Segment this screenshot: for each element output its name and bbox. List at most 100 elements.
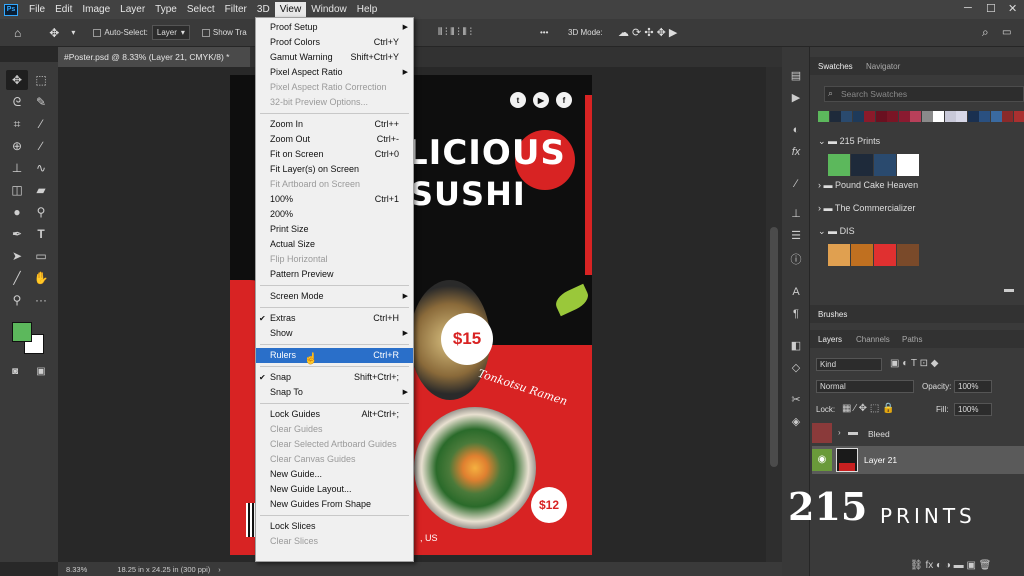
tab-channels[interactable]: Channels [856, 335, 890, 344]
document-tab[interactable]: #Poster.psd @ 8.33% (Layer 21, CMYK/8) * [58, 47, 250, 67]
artboard-tool-icon[interactable]: ⬚ [30, 70, 52, 90]
menu-item-screen-mode[interactable]: Screen Mode ▶ [256, 289, 413, 304]
chevron-down-icon[interactable]: ⌄ [818, 226, 828, 236]
more-tools-icon[interactable]: ··· [30, 290, 52, 310]
brush-settings-icon[interactable]: ∕ [789, 177, 803, 191]
type-tool-icon[interactable]: T [30, 224, 52, 244]
menu-item-print-size[interactable]: Print Size [256, 222, 413, 237]
menu-item-200[interactable]: 200% [256, 207, 413, 222]
color-swatch[interactable] [979, 111, 990, 122]
3d-panel-icon[interactable]: ◈ [789, 415, 803, 429]
maximize-icon[interactable]: ☐ [986, 2, 996, 15]
vertical-scrollbar[interactable] [766, 67, 782, 562]
color-swatch[interactable] [864, 111, 875, 122]
zoom-tool-icon[interactable]: ⚲ [6, 290, 28, 310]
chevron-right-icon[interactable]: › [218, 565, 221, 574]
move-tool-icon[interactable]: ✥ [43, 26, 65, 40]
color-swatch[interactable] [910, 111, 921, 122]
menu-item-proof-colors[interactable]: Proof Colors Ctrl+Y [256, 35, 413, 50]
color-swatch[interactable] [852, 111, 864, 122]
path-selection-tool-icon[interactable]: ➤ [6, 246, 28, 266]
auto-select-checkbox[interactable]: Auto-Select: [93, 28, 148, 37]
menu-image[interactable]: Image [77, 2, 115, 17]
color-swatch[interactable] [874, 244, 896, 266]
menu-item-lock-slices[interactable]: Lock Slices [256, 519, 413, 534]
layer-row-layer-21[interactable]: ◉ Layer 21 [812, 446, 1024, 474]
menu-item-pattern-preview[interactable]: Pattern Preview [256, 267, 413, 282]
swatch-group[interactable]: ⌄ ▬ DIS [818, 226, 855, 237]
scrollbar-thumb[interactable] [770, 227, 778, 467]
menu-item-fit-on-screen[interactable]: Fit on Screen Ctrl+0 [256, 147, 413, 162]
menu-view[interactable]: View [274, 2, 307, 17]
paragraph-icon[interactable]: ¶ [789, 307, 803, 321]
menu-item-proof-setup[interactable]: Proof Setup ▶ [256, 20, 413, 35]
color-swatch[interactable] [944, 111, 956, 122]
workspace-icon[interactable]: ▭ [996, 27, 1017, 38]
chevron-right-icon[interactable]: › [838, 428, 841, 437]
visibility-toggle-off[interactable] [812, 423, 832, 443]
menu-help[interactable]: Help [352, 2, 383, 17]
menu-file[interactable]: File [24, 2, 50, 17]
menu-item-snap[interactable]: ✔ Snap Shift+Ctrl+; [256, 370, 413, 385]
tool-presets-icon[interactable]: ✂ [789, 393, 803, 407]
menu-item-new-guide-layout[interactable]: New Guide Layout... [256, 482, 413, 497]
color-swatch[interactable] [818, 111, 829, 122]
tab-navigator[interactable]: Navigator [866, 62, 900, 71]
gradient-tool-icon[interactable]: ▰ [30, 180, 52, 200]
layer-filter-select[interactable]: Kind [816, 358, 882, 371]
menu-type[interactable]: Type [150, 2, 182, 17]
lasso-tool-icon[interactable]: ᘓ [6, 92, 28, 112]
swatch-search-input[interactable]: Search Swatches [824, 86, 1024, 102]
color-swatch[interactable] [1002, 111, 1013, 122]
home-icon[interactable]: ⌂ [8, 26, 27, 40]
history-brush-tool-icon[interactable]: ∿ [30, 158, 52, 178]
tab-swatches[interactable]: Swatches [818, 62, 853, 71]
color-swatch[interactable] [967, 111, 979, 122]
menu-item-snap-to[interactable]: Snap To ▶ [256, 385, 413, 400]
color-swatch[interactable] [897, 244, 919, 266]
actions-play-icon[interactable]: ▶ [789, 91, 803, 105]
tab-brushes[interactable]: Brushes [818, 310, 847, 319]
menu-filter[interactable]: Filter [220, 2, 252, 17]
dodge-tool-icon[interactable]: ⚲ [30, 202, 52, 222]
search-icon[interactable]: ⌕ [976, 25, 995, 40]
color-swatch[interactable] [851, 154, 873, 176]
opacity-input[interactable]: 100% [954, 380, 992, 393]
hand-tool-icon[interactable]: ✋ [30, 268, 52, 288]
minimize-icon[interactable]: ─ [964, 2, 972, 14]
color-swatch[interactable] [933, 111, 944, 122]
crop-tool-icon[interactable]: ⌗ [6, 114, 28, 134]
character-icon[interactable]: A [789, 285, 803, 299]
eraser-tool-icon[interactable]: ◫ [6, 180, 28, 200]
3d-mode-icons[interactable]: ☁ ⟳ ✣ ✥ ▶ [612, 26, 683, 39]
folder-icon[interactable]: ▬ [1004, 284, 1014, 295]
layer-select-dropdown[interactable]: Layer ▾ [151, 25, 190, 40]
swatch-group[interactable]: › ▬ The Commercializer [818, 203, 915, 213]
color-swatch[interactable] [874, 154, 896, 176]
foreground-color-swatch[interactable] [12, 322, 32, 342]
line-tool-icon[interactable]: ╱ [6, 268, 28, 288]
menu-item-actual-size[interactable]: Actual Size [256, 237, 413, 252]
lock-icons[interactable]: ▦ ∕ ✥ ⬚ 🔒 [842, 403, 895, 414]
color-swatch[interactable] [829, 111, 841, 122]
menu-edit[interactable]: Edit [50, 2, 77, 17]
align-icons[interactable]: ⫴ ⫶ ⫴ ⫶ ⫴ ⫶ [432, 27, 478, 38]
color-swatch[interactable] [897, 154, 919, 176]
layer-footer-icons[interactable]: ⛓ fx ◐ ◑ ▬ ▣ 🗑 [910, 560, 991, 571]
chevron-down-icon[interactable]: ⌄ [818, 136, 828, 146]
zoom-level[interactable]: 8.33% [66, 565, 87, 574]
color-swatch[interactable] [828, 244, 850, 266]
color-swatch[interactable] [828, 154, 850, 176]
clone-stamp-tool-icon[interactable]: ⊥ [6, 158, 28, 178]
menu-item-gamut-warning[interactable]: Gamut Warning Shift+Ctrl+Y [256, 50, 413, 65]
menu-select[interactable]: Select [182, 2, 220, 17]
menu-item-lock-guides[interactable]: Lock Guides Alt+Ctrl+; [256, 407, 413, 422]
swatch-group[interactable]: › ▬ Pound Cake Heaven [818, 180, 918, 190]
brush-tool-icon[interactable]: ∕ [30, 136, 52, 156]
fx-icon[interactable]: fx [789, 145, 803, 159]
color-swatch[interactable] [898, 111, 910, 122]
properties-icon[interactable]: ◧ [789, 339, 803, 353]
menu-layer[interactable]: Layer [115, 2, 150, 17]
screen-mode-icon[interactable]: ▣ [30, 362, 52, 382]
move-tool-icon[interactable]: ✥ [6, 70, 28, 90]
